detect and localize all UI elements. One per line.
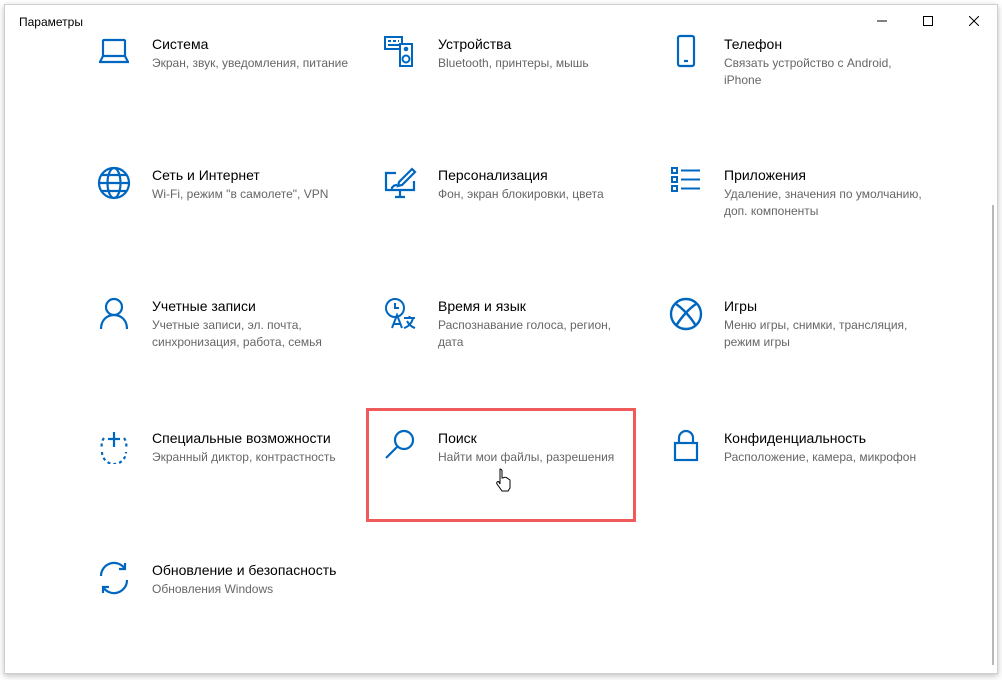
tile-personalization[interactable]: Персонализация Фон, экран блокировки, цв… <box>382 165 652 275</box>
tile-title: Сеть и Интернет <box>152 167 260 183</box>
brush-monitor-icon <box>382 165 418 201</box>
tile-description: Удаление, значения по умолчанию, доп. ко… <box>724 187 922 218</box>
tile-title: Обновление и безопасность <box>152 562 337 578</box>
tile-description: Распознавание голоса, регион, дата <box>438 318 612 349</box>
tile-description: Экран, звук, уведомления, питание <box>152 56 349 70</box>
maximize-icon <box>923 16 933 26</box>
tile-description: Связать устройство с Android, iPhone <box>724 56 892 87</box>
tile-title: Время и язык <box>438 298 526 314</box>
mouse-cursor-icon <box>494 468 512 497</box>
globe-icon <box>96 165 132 201</box>
tile-network[interactable]: Сеть и Интернет Wi-Fi, режим "в самолете… <box>96 165 366 275</box>
keyboard-speaker-icon <box>382 34 418 70</box>
tile-description: Bluetooth, принтеры, мышь <box>438 56 589 70</box>
scrollbar[interactable] <box>992 205 994 665</box>
tile-apps[interactable]: Приложения Удаление, значения по умолчан… <box>668 165 938 275</box>
tile-system[interactable]: Система Экран, звук, уведомления, питани… <box>96 34 366 144</box>
window-title: Параметры <box>19 15 83 29</box>
phone-icon <box>668 34 704 70</box>
tile-accessibility[interactable]: Специальные возможности Экранный диктор,… <box>96 428 366 538</box>
tile-title: Учетные записи <box>152 298 256 314</box>
lock-icon <box>668 428 704 464</box>
tile-gaming[interactable]: Игры Меню игры, снимки, трансляция, режи… <box>668 296 938 406</box>
tile-title: Система <box>152 36 209 52</box>
tile-update-security[interactable]: Обновление и безопасность Обновления Win… <box>96 560 366 670</box>
tile-time-language[interactable]: Время и язык Распознавание голоса, регио… <box>382 296 652 406</box>
tile-title: Специальные возможности <box>152 430 331 446</box>
xbox-icon <box>668 296 704 332</box>
tile-accounts[interactable]: Учетные записи Учетные записи, эл. почта… <box>96 296 366 406</box>
close-button[interactable] <box>951 5 997 37</box>
tile-description: Фон, экран блокировки, цвета <box>438 187 604 201</box>
tile-phone[interactable]: Телефон Связать устройство с Android, iP… <box>668 34 938 144</box>
minimize-button[interactable] <box>859 5 905 37</box>
close-icon <box>969 16 979 26</box>
minimize-icon <box>877 20 887 22</box>
tile-title: Телефон <box>724 36 783 52</box>
time-language-icon <box>382 296 418 332</box>
tile-title: Устройства <box>438 36 512 52</box>
highlight-box <box>366 408 636 522</box>
tile-title: Конфиденциальность <box>724 430 867 446</box>
tile-description: Расположение, камера, микрофон <box>724 450 917 464</box>
tile-description: Меню игры, снимки, трансляция, режим игр… <box>724 318 908 349</box>
person-icon <box>96 296 132 332</box>
tile-description: Обновления Windows <box>152 582 274 596</box>
tile-privacy[interactable]: Конфиденциальность Расположение, камера,… <box>668 428 938 538</box>
tile-description: Учетные записи, эл. почта, синхронизация… <box>152 318 322 349</box>
ease-of-access-icon <box>96 428 132 464</box>
apps-list-icon <box>668 165 704 201</box>
tile-description: Экранный диктор, контрастность <box>152 450 336 464</box>
tile-title: Приложения <box>724 167 806 183</box>
tile-title: Персонализация <box>438 167 548 183</box>
tile-description: Wi-Fi, режим "в самолете", VPN <box>152 187 329 201</box>
tile-devices[interactable]: Устройства Bluetooth, принтеры, мышь <box>382 34 652 144</box>
sync-icon <box>96 560 132 596</box>
tile-title: Игры <box>724 298 758 314</box>
maximize-button[interactable] <box>905 5 951 37</box>
title-bar: Параметры <box>5 5 997 37</box>
laptop-icon <box>96 34 132 70</box>
